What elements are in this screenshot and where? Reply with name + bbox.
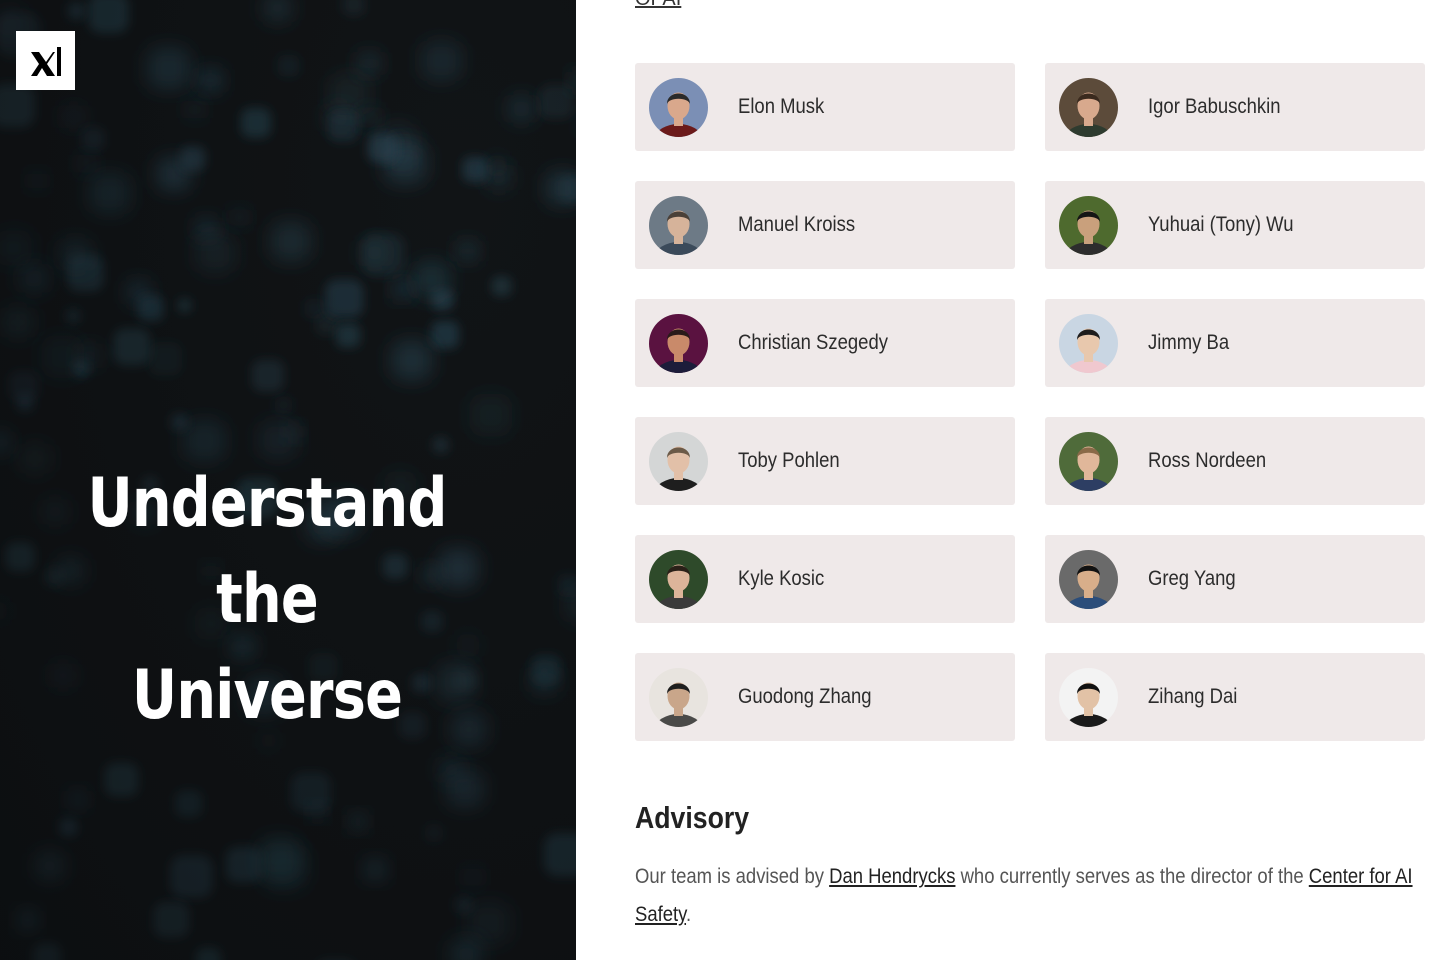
hero-title-line1: Understand the — [87, 464, 447, 639]
team-member-card[interactable]: Manuel Kroiss — [635, 181, 1015, 269]
team-member-card[interactable]: Christian Szegedy — [635, 299, 1015, 387]
dan-hendrycks-link[interactable]: Dan Hendrycks — [829, 865, 955, 888]
team-member-name: Guodong Zhang — [738, 685, 872, 708]
avatar — [1059, 77, 1118, 137]
avatar — [649, 667, 708, 727]
team-member-name: Christian Szegedy — [738, 331, 888, 354]
avatar — [1059, 313, 1118, 373]
team-member-name: Ross Nordeen — [1148, 449, 1267, 472]
team-member-name: Toby Pohlen — [738, 449, 840, 472]
team-member-card[interactable]: Yuhuai (Tony) Wu — [1045, 181, 1425, 269]
team-member-card[interactable]: Igor Babuschkin — [1045, 63, 1425, 151]
team-member-card[interactable]: Jimmy Ba — [1045, 299, 1425, 387]
avatar — [649, 431, 708, 491]
avatar — [1059, 195, 1118, 255]
team-member-card[interactable]: Guodong Zhang — [635, 653, 1015, 741]
hero-title-line2: Universe — [131, 656, 403, 735]
avatar — [649, 549, 708, 609]
avatar — [1059, 549, 1118, 609]
team-content: OPAI Elon Musk Igor Babuschkin Manuel Kroi… — [576, 0, 1440, 960]
advisory-text-before: Our team is advised by — [635, 865, 830, 888]
team-member-name: Kyle Kosic — [738, 567, 825, 590]
hero-panel: Understand the Universe — [0, 0, 576, 960]
team-member-name: Yuhuai (Tony) Wu — [1148, 213, 1294, 236]
xai-logo[interactable] — [16, 31, 75, 90]
team-member-name: Jimmy Ba — [1148, 331, 1230, 354]
avatar — [649, 195, 708, 255]
team-member-name: Igor Babuschkin — [1148, 95, 1281, 118]
team-member-card[interactable]: Elon Musk — [635, 63, 1015, 151]
avatar — [649, 313, 708, 373]
team-member-name: Zihang Dai — [1148, 685, 1238, 708]
xai-logo-icon — [30, 46, 61, 76]
team-member-name: Elon Musk — [738, 95, 825, 118]
team-member-card[interactable]: Greg Yang — [1045, 535, 1425, 623]
hero-title: Understand the Universe — [48, 456, 486, 744]
top-link[interactable]: OPAI — [635, 0, 681, 11]
avatar — [1059, 431, 1118, 491]
advisory-text-after: . — [686, 903, 692, 926]
avatar — [1059, 667, 1118, 727]
avatar — [649, 77, 708, 137]
advisory-text-middle: who currently serves as the director of … — [955, 865, 1309, 888]
team-member-card[interactable]: Toby Pohlen — [635, 417, 1015, 505]
team-member-name: Greg Yang — [1148, 567, 1236, 590]
advisory-heading: Advisory — [635, 800, 750, 835]
team-member-card[interactable]: Zihang Dai — [1045, 653, 1425, 741]
team-grid: Elon Musk Igor Babuschkin Manuel Kroiss Yuh… — [635, 63, 1425, 741]
team-member-card[interactable]: Ross Nordeen — [1045, 417, 1425, 505]
team-member-card[interactable]: Kyle Kosic — [635, 535, 1015, 623]
team-member-name: Manuel Kroiss — [738, 213, 856, 236]
advisory-text: Our team is advised by Dan Hendrycks who… — [635, 858, 1435, 934]
